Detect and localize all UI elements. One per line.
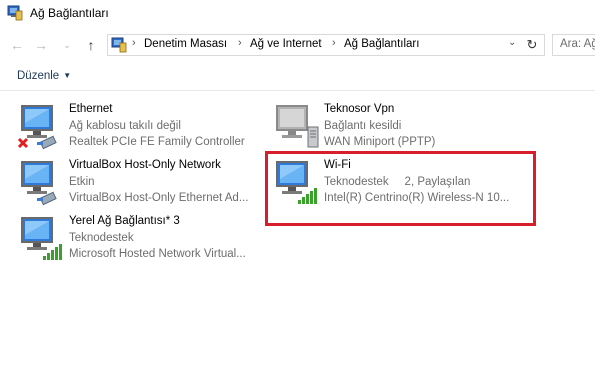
connection-text: Ethernet Ağ kablosu takılı değil Realtek… [69, 101, 245, 151]
back-arrow-icon[interactable]: ← [8, 36, 26, 54]
wifi-signal-icon [17, 213, 62, 260]
connection-name: Ethernet [69, 103, 113, 115]
highlight-box [265, 151, 536, 226]
command-bar: Düzenle ▼ [0, 64, 595, 91]
up-arrow-icon[interactable]: ↑ [82, 36, 100, 54]
address-bar[interactable]: › Denetim Masası › Ağ ve Internet › Ağ B… [107, 34, 545, 56]
connection-item-teknosor-vpn[interactable]: Teknosor Vpn Bağlantı kesildi WAN Minipo… [272, 101, 512, 153]
title-bar: Ağ Bağlantıları [0, 0, 595, 28]
chevron-down-icon: ▼ [63, 71, 72, 80]
breadcrumb-separator-icon[interactable]: › [332, 37, 336, 49]
connection-text: Yerel Ağ Bağlantısı* 3 Teknodestek Micro… [69, 213, 246, 263]
breadcrumb-network-connections[interactable]: Ağ Bağlantıları [344, 38, 419, 50]
connection-device: Realtek PCIe FE Family Controller [69, 136, 245, 148]
navigation-bar: ← → ⌄ ↑ › Denetim Masası › Ağ ve Interne… [0, 32, 595, 58]
ethernet-disconnected-icon [17, 101, 57, 150]
breadcrumb-network-internet[interactable]: Ağ ve Internet [250, 38, 322, 50]
connection-status: Teknodestek [69, 231, 134, 244]
connection-item-local-area-3[interactable]: Yerel Ağ Bağlantısı* 3 Teknodestek Micro… [17, 213, 257, 265]
window-title: Ağ Bağlantıları [30, 6, 109, 20]
breadcrumb-separator-icon[interactable]: › [238, 37, 242, 49]
recent-dropdown-icon[interactable]: ⌄ [58, 36, 76, 54]
connection-device: Microsoft Hosted Network Virtual... [69, 248, 246, 260]
organize-menu-button[interactable]: Düzenle ▼ [17, 70, 71, 82]
connection-status: Ağ kablosu takılı değil [69, 119, 181, 132]
connection-text: VirtualBox Host-Only Network Etkin Virtu… [69, 157, 248, 207]
address-dropdown-icon[interactable]: ⌄ [508, 37, 516, 48]
connection-item-virtualbox[interactable]: VirtualBox Host-Only Network Etkin Virtu… [17, 157, 257, 209]
connection-status: Bağlantı kesildi [324, 119, 402, 132]
organize-label: Düzenle [17, 70, 60, 82]
vpn-icon [276, 105, 319, 148]
connection-item-ethernet[interactable]: Ethernet Ağ kablosu takılı değil Realtek… [17, 101, 257, 153]
connection-name: Teknosor Vpn [324, 103, 395, 115]
refresh-button[interactable]: ↻ [520, 34, 545, 56]
ethernet-icon [17, 157, 57, 206]
connection-name: Yerel Ağ Bağlantısı* 3 [69, 215, 180, 227]
connection-text: Teknosor Vpn Bağlantı kesildi WAN Minipo… [324, 101, 435, 151]
connection-status: Etkin [69, 175, 95, 188]
search-input[interactable]: Ara: Ağ [552, 34, 595, 56]
connection-name: VirtualBox Host-Only Network [69, 159, 221, 171]
connection-device: WAN Miniport (PPTP) [324, 136, 436, 148]
refresh-icon: ↻ [526, 37, 538, 52]
connection-device: VirtualBox Host-Only Ethernet Ad... [69, 192, 249, 204]
control-panel-icon [111, 37, 127, 53]
network-connections-app-icon [7, 5, 23, 21]
breadcrumb-control-panel[interactable]: Denetim Masası [144, 38, 227, 50]
breadcrumb-separator-icon[interactable]: › [132, 37, 136, 49]
forward-arrow-icon[interactable]: → [32, 36, 50, 54]
